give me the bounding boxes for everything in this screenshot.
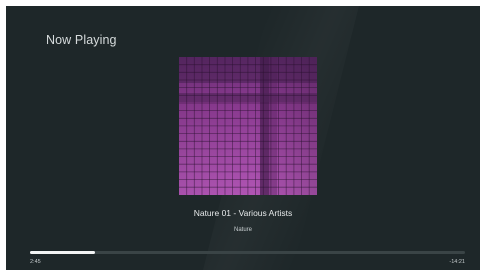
- remaining-time: -14:21: [449, 259, 465, 265]
- progress-bar-fill: [30, 251, 96, 254]
- now-playing-screen: Now Playing Nature 01 - Various Artists …: [6, 6, 480, 270]
- album-name: Nature: [233, 227, 252, 233]
- track-title: Nature 01 - Various Artists: [193, 208, 293, 218]
- elapsed-time: 2:45: [30, 259, 41, 265]
- progress-bar[interactable]: [30, 251, 465, 254]
- album-art: [179, 57, 317, 195]
- album-art-image: [179, 57, 317, 195]
- page-title: Now Playing: [46, 33, 117, 47]
